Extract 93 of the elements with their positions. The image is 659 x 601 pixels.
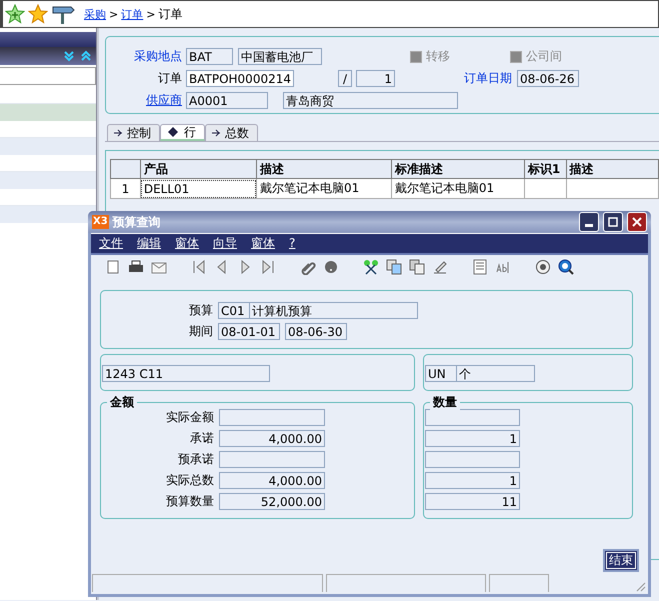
input-field[interactable]: 1243 C11 [102,364,270,382]
separator-field: / [338,70,352,87]
column-header[interactable]: 标识1 [524,160,566,178]
scissors-icon[interactable] [363,259,379,276]
last-icon[interactable] [260,259,276,276]
minimize-icon [585,224,593,228]
menu-item[interactable]: 编辑 [137,234,161,252]
pin-icon [114,129,122,137]
input-field[interactable]: 个 [457,364,535,382]
end-button[interactable]: 结束 [603,548,639,572]
column-header[interactable]: 产品 [140,160,257,178]
breadcrumb-text: > [109,8,118,20]
field-label[interactable]: 采购地点 [106,48,186,65]
supplier-link[interactable]: 供应商 [106,92,186,109]
input-field[interactable]: BATPOH0000214 [186,70,294,87]
field-label: 承诺 [189,430,215,447]
star-add-icon[interactable] [5,4,25,24]
checkbox-label: 转移 [426,48,450,65]
signpost-icon[interactable] [51,4,75,24]
amount-field[interactable]: 52,000.00 [219,492,325,510]
table-cell: 戴尔笔记本电脑01 [391,178,524,198]
date-field[interactable]: 08-06-26 [517,70,579,87]
field-label: 实际总数 [165,472,215,489]
amount-field[interactable] [219,408,325,426]
input-field[interactable]: 中国蓄电池厂 [238,48,322,65]
edit-icon[interactable] [432,259,448,276]
date-field[interactable]: 08-01-01 [218,322,280,340]
copy-icon[interactable] [386,259,402,276]
window-title: 预算查询 [112,214,161,231]
diamond-icon [167,126,179,138]
menu-item[interactable]: ? [289,236,296,250]
menu-item[interactable]: 窗体 [175,234,199,252]
breadcrumb-link[interactable]: 采购 [84,6,106,22]
pin-icon [212,129,220,137]
input-field[interactable]: 青岛商贸 [283,92,458,109]
input-field[interactable]: 1 [356,70,395,87]
paste-icon[interactable] [409,259,425,276]
input-field[interactable]: 计算机预算 [250,302,418,319]
table-cell: 戴尔笔记本电脑01 [256,178,392,198]
input-field[interactable]: UN [425,364,457,382]
field-label: 期间 [188,322,214,340]
quantity-field[interactable]: 1 [425,472,520,489]
column-header[interactable]: 描述 [256,160,392,178]
close-icon [632,217,642,228]
amount-field[interactable]: 4,000.00 [219,472,325,489]
input-field[interactable]: C01 [218,302,250,319]
quantity-field[interactable] [425,408,520,426]
maximize-icon [608,217,618,228]
list-icon[interactable] [472,259,488,276]
quantity-field[interactable] [425,450,520,468]
collapse-icon[interactable] [80,50,92,62]
field-label: 预算数量 [165,492,215,510]
breadcrumb-text: > [146,8,156,20]
app-logo: X3 [92,215,109,230]
tab[interactable]: 总数 [205,124,258,141]
quantity-field[interactable]: 1 [425,430,520,447]
expand-icon[interactable] [63,50,75,62]
group-title: 金额 [107,394,137,411]
menu-item[interactable]: 窗体 [251,234,275,252]
amount-field[interactable] [219,450,325,468]
input-field[interactable]: A0001 [186,92,268,109]
text-icon[interactable] [495,259,511,276]
table-cell: DELL01 [140,178,257,198]
group-title: 数量 [430,394,460,411]
first-icon[interactable] [191,259,207,276]
amount-field[interactable]: 4,000.00 [219,430,325,447]
close-button[interactable] [627,212,647,232]
field-label: 订单 [157,70,183,87]
row-number: 1 [110,178,140,198]
tab[interactable]: 控制 [107,124,160,141]
breadcrumb-text: 订单 [158,6,182,22]
menu-item[interactable]: 文件 [99,234,123,252]
tab[interactable]: 行 [160,124,205,141]
field-label: 预算 [188,302,214,319]
date-field[interactable]: 08-06-30 [285,322,347,340]
breadcrumb-link[interactable]: 订单 [121,6,144,22]
maximize-button[interactable] [603,212,623,232]
checkbox-label: 公司间 [526,48,562,65]
sidebar-field[interactable] [0,67,96,85]
column-header[interactable]: 标准描述 [391,160,524,178]
input-field[interactable]: BAT [186,48,233,65]
quantity-field[interactable]: 11 [425,492,520,510]
zoom-icon[interactable] [558,259,574,276]
column-header[interactable]: 描述 [566,160,658,178]
resize-grip-icon[interactable] [636,582,646,592]
field-label: 实际金额 [165,408,215,426]
menu-item[interactable]: 向导 [213,234,237,252]
status-segment [489,574,549,592]
field-label[interactable]: 订单日期 [464,70,512,87]
field-label: 预承诺 [177,450,215,468]
minimize-button[interactable] [579,212,599,232]
page-icon[interactable] [105,259,121,276]
star-icon[interactable] [28,4,48,24]
